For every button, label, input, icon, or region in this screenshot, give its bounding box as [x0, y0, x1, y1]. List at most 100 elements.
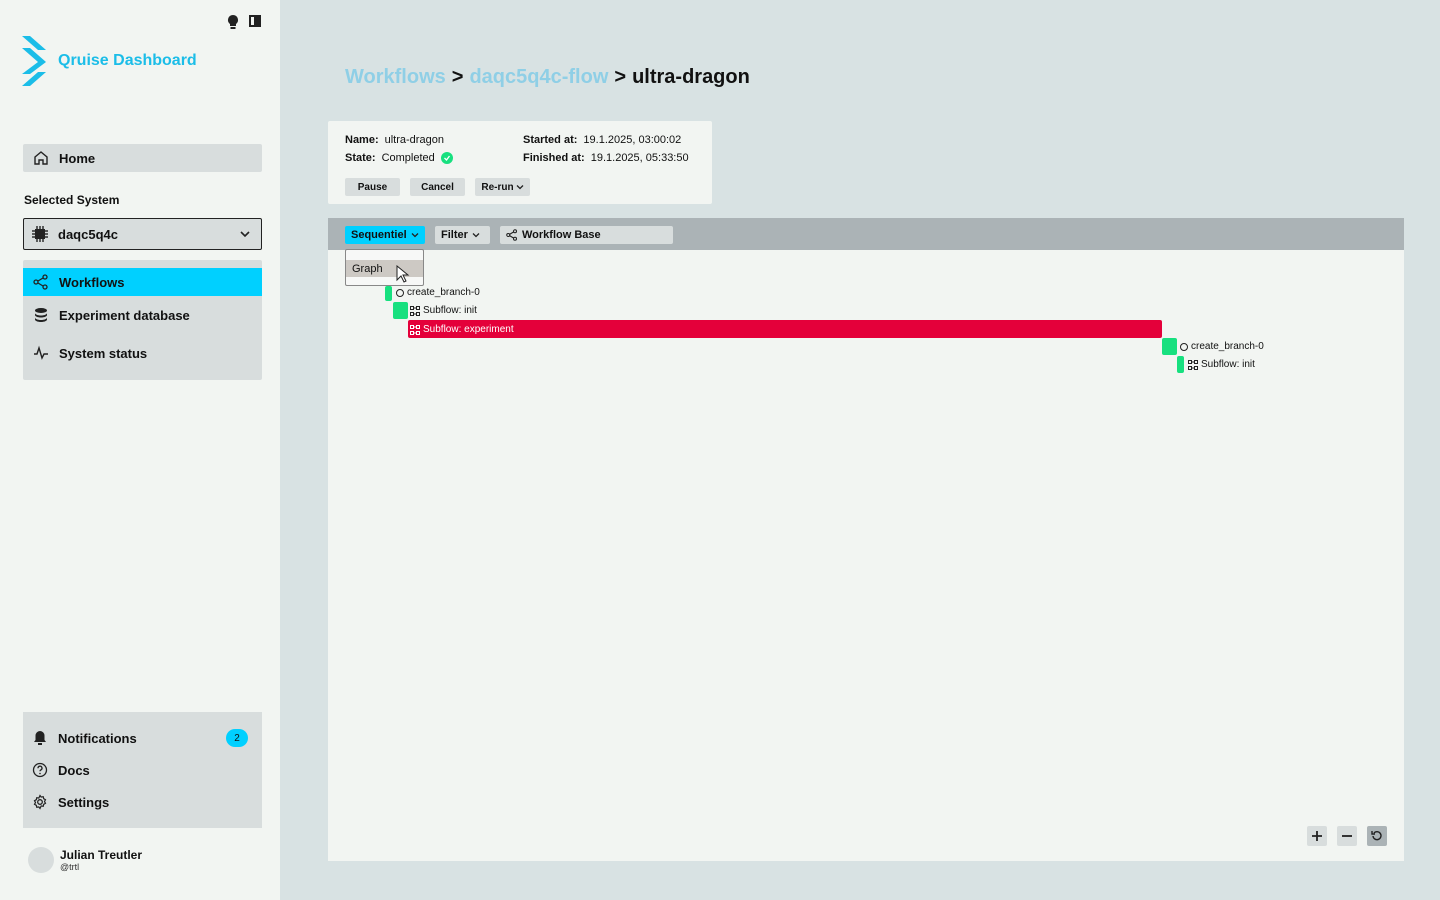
breadcrumb-flow[interactable]: daqc5q4c-flow	[469, 66, 608, 89]
task-label: create_branch-0	[1180, 341, 1264, 352]
system-select[interactable]: daqc5q4c	[23, 218, 262, 250]
breadcrumb-current: ultra-dragon	[632, 66, 750, 88]
nav-item-workflows[interactable]: Workflows	[23, 268, 262, 296]
brand[interactable]: Qruise Dashboard	[22, 36, 197, 86]
task-label-text: Subflow: experiment	[423, 324, 514, 335]
sidebar-top-icons	[226, 14, 262, 30]
subflow-icon	[410, 324, 420, 335]
zoom-out-button[interactable]	[1337, 826, 1357, 846]
ring-icon	[396, 288, 404, 297]
main-nav: Workflows Experiment database System sta…	[23, 260, 262, 380]
nav-item-home[interactable]: Home	[23, 144, 262, 172]
breadcrumb-separator: >	[614, 66, 627, 88]
reset-zoom-button[interactable]	[1367, 826, 1387, 846]
breadcrumb: Workflows > daqc5q4c-flow > ultra-dragon	[345, 66, 750, 89]
rerun-label: Re-run	[481, 181, 514, 193]
nav-item-settings[interactable]: Settings	[23, 786, 262, 818]
nav-item-label: Docs	[58, 762, 90, 778]
database-icon	[35, 308, 47, 322]
reset-icon	[1371, 830, 1382, 841]
chevron-down-icon	[240, 231, 250, 238]
task-bar-create-branch[interactable]	[1162, 338, 1177, 355]
name-value: ultra-dragon	[384, 134, 444, 146]
finished-value: 19.1.2025, 05:33:50	[590, 152, 689, 164]
check-circle-icon	[440, 152, 453, 164]
lightbulb-icon[interactable]	[226, 14, 240, 30]
task-label-text: create_branch-0	[407, 287, 480, 298]
nav-item-label: Settings	[58, 794, 110, 810]
gear-icon	[33, 794, 47, 810]
task-label: Subflow: init	[410, 305, 477, 316]
chevron-down-icon	[516, 185, 524, 190]
task-label: Subflow: experiment	[410, 324, 514, 335]
nav-item-experiment-database[interactable]: Experiment database	[23, 296, 262, 334]
system-select-value: daqc5q4c	[58, 226, 118, 242]
chevron-down-icon	[411, 233, 419, 238]
workflow-info-card: Name: ultra-dragon State: Completed Star…	[328, 121, 712, 204]
task-label: Subflow: init	[1188, 359, 1255, 370]
view-mode-select[interactable]: Sequentiel	[345, 226, 425, 244]
name-row: Name: ultra-dragon	[345, 134, 444, 146]
started-value: 19.1.2025, 03:00:02	[583, 134, 682, 146]
activity-icon	[34, 345, 48, 360]
nav-item-label: Home	[59, 150, 96, 166]
zoom-in-button[interactable]	[1307, 826, 1327, 846]
subflow-icon	[410, 305, 420, 316]
name-label: Name:	[345, 134, 379, 146]
workflow-base-label: Workflow Base	[522, 229, 601, 241]
task-bar-create-branch[interactable]	[385, 286, 392, 301]
workflow-icon	[506, 229, 518, 241]
user-name: Julian Treutler	[60, 848, 143, 862]
dropdown-option-graph[interactable]: Graph	[346, 260, 423, 277]
started-row: Started at: 19.1.2025, 03:00:02	[523, 134, 681, 146]
sidebar-bottom-nav: Notifications 2 Docs Settings	[23, 712, 262, 828]
state-label: State:	[345, 152, 376, 164]
workflow-base-field[interactable]: Workflow Base	[500, 226, 673, 244]
breadcrumb-workflows[interactable]: Workflows	[345, 66, 446, 89]
started-label: Started at:	[523, 134, 578, 146]
sidebar-toggle-icon[interactable]	[248, 14, 262, 30]
task-label: create_branch-0	[396, 287, 480, 298]
rerun-button[interactable]: Re-run	[475, 178, 530, 196]
user-handle: @trtl	[60, 862, 80, 872]
notifications-badge: 2	[226, 729, 248, 747]
finished-row: Finished at: 19.1.2025, 05:33:50	[523, 152, 689, 164]
nav-item-label: Experiment database	[59, 307, 190, 323]
nav-item-label: Workflows	[59, 274, 125, 290]
ring-icon	[1180, 342, 1188, 351]
chip-icon	[32, 226, 48, 242]
state-row: State: Completed	[345, 152, 453, 164]
plus-icon	[1312, 831, 1322, 841]
task-label-text: Subflow: init	[423, 305, 477, 316]
nav-item-docs[interactable]: Docs	[23, 754, 262, 786]
filter-label: Filter	[441, 229, 468, 241]
nav-item-label: System status	[59, 345, 148, 361]
view-mode-dropdown: Graph	[345, 249, 424, 286]
workflow-icon	[33, 274, 48, 290]
selected-system-label: Selected System	[24, 193, 120, 207]
view-mode-label: Sequentiel	[351, 229, 407, 241]
breadcrumb-separator: >	[451, 66, 464, 88]
panel-toolbar: Sequentiel Filter Workflow Base	[328, 218, 1404, 250]
task-bar-subflow-init[interactable]	[1177, 356, 1184, 373]
cancel-button[interactable]: Cancel	[410, 178, 465, 196]
task-bar-subflow-experiment[interactable]	[408, 320, 1162, 338]
sidebar: Qruise Dashboard Home Selected System da…	[0, 0, 280, 900]
home-icon	[34, 151, 48, 165]
task-label-text: Subflow: init	[1201, 359, 1255, 370]
task-bar-subflow-init[interactable]	[393, 302, 408, 319]
avatar	[28, 847, 54, 873]
nav-item-label: Notifications	[58, 730, 137, 746]
help-circle-icon	[32, 762, 48, 778]
user-profile[interactable]: Julian Treutler @trtl	[28, 847, 142, 873]
finished-label: Finished at:	[523, 152, 585, 164]
workflow-panel: Sequentiel Filter Workflow Base create_b…	[328, 218, 1404, 861]
nav-item-system-status[interactable]: System status	[23, 334, 262, 372]
pause-button[interactable]: Pause	[345, 178, 400, 196]
subflow-icon	[1188, 359, 1198, 370]
filter-button[interactable]: Filter	[435, 226, 490, 244]
nav-item-notifications[interactable]: Notifications 2	[23, 722, 262, 754]
state-value: Completed	[381, 152, 435, 164]
bell-icon	[34, 731, 46, 745]
cursor-icon	[396, 265, 410, 283]
